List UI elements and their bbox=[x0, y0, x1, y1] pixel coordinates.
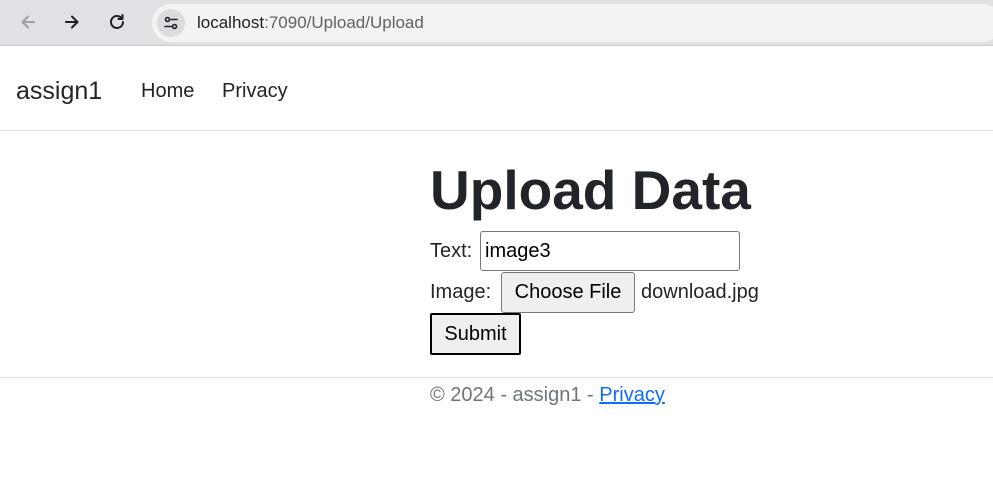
footer: © 2024 - assign1 - Privacy bbox=[0, 377, 993, 417]
url-text[interactable]: localhost:7090/Upload/Upload bbox=[197, 13, 424, 33]
footer-copyright: © 2024 - assign1 - bbox=[430, 384, 600, 406]
site-info-button[interactable] bbox=[157, 9, 185, 37]
submit-button[interactable]: Submit bbox=[430, 313, 521, 355]
text-field-label: Text: bbox=[430, 240, 473, 262]
reload-icon bbox=[110, 14, 124, 29]
nav-link-home[interactable]: Home bbox=[141, 80, 194, 103]
footer-text: © 2024 - assign1 - Privacy bbox=[430, 384, 665, 407]
browser-toolbar: localhost:7090/Upload/Upload bbox=[0, 0, 993, 46]
page-title: Upload Data bbox=[430, 159, 751, 221]
url-host: localhost bbox=[197, 13, 265, 32]
forward-button[interactable] bbox=[57, 7, 87, 37]
nav-link-privacy[interactable]: Privacy bbox=[222, 80, 288, 103]
image-field-label: Image: bbox=[430, 281, 492, 303]
app-navbar: assign1 Home Privacy bbox=[0, 46, 993, 131]
reload-button[interactable] bbox=[102, 7, 132, 37]
arrow-right-icon bbox=[65, 15, 79, 29]
brand-link[interactable]: assign1 bbox=[16, 77, 102, 106]
tune-icon bbox=[164, 16, 178, 30]
url-path: :7090/Upload/Upload bbox=[264, 13, 424, 32]
back-button[interactable] bbox=[13, 7, 43, 37]
selected-file-name: download.jpg bbox=[641, 281, 759, 303]
choose-file-button[interactable]: Choose File bbox=[501, 272, 635, 313]
arrow-left-icon bbox=[21, 15, 35, 29]
footer-privacy-link[interactable]: Privacy bbox=[599, 384, 665, 406]
text-input[interactable] bbox=[480, 231, 740, 271]
address-bar[interactable]: localhost:7090/Upload/Upload bbox=[152, 4, 993, 42]
